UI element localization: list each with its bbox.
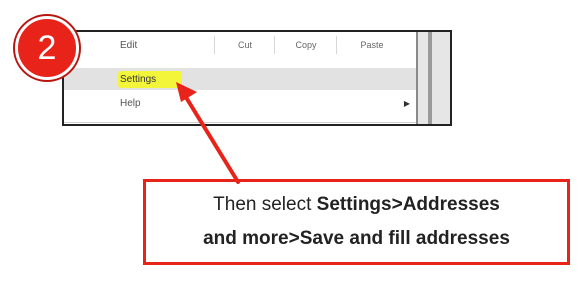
pointer-arrow xyxy=(176,82,240,184)
step-badge: 2 xyxy=(15,16,79,80)
arrow-shaft xyxy=(182,92,240,184)
step-number: 2 xyxy=(37,28,57,67)
